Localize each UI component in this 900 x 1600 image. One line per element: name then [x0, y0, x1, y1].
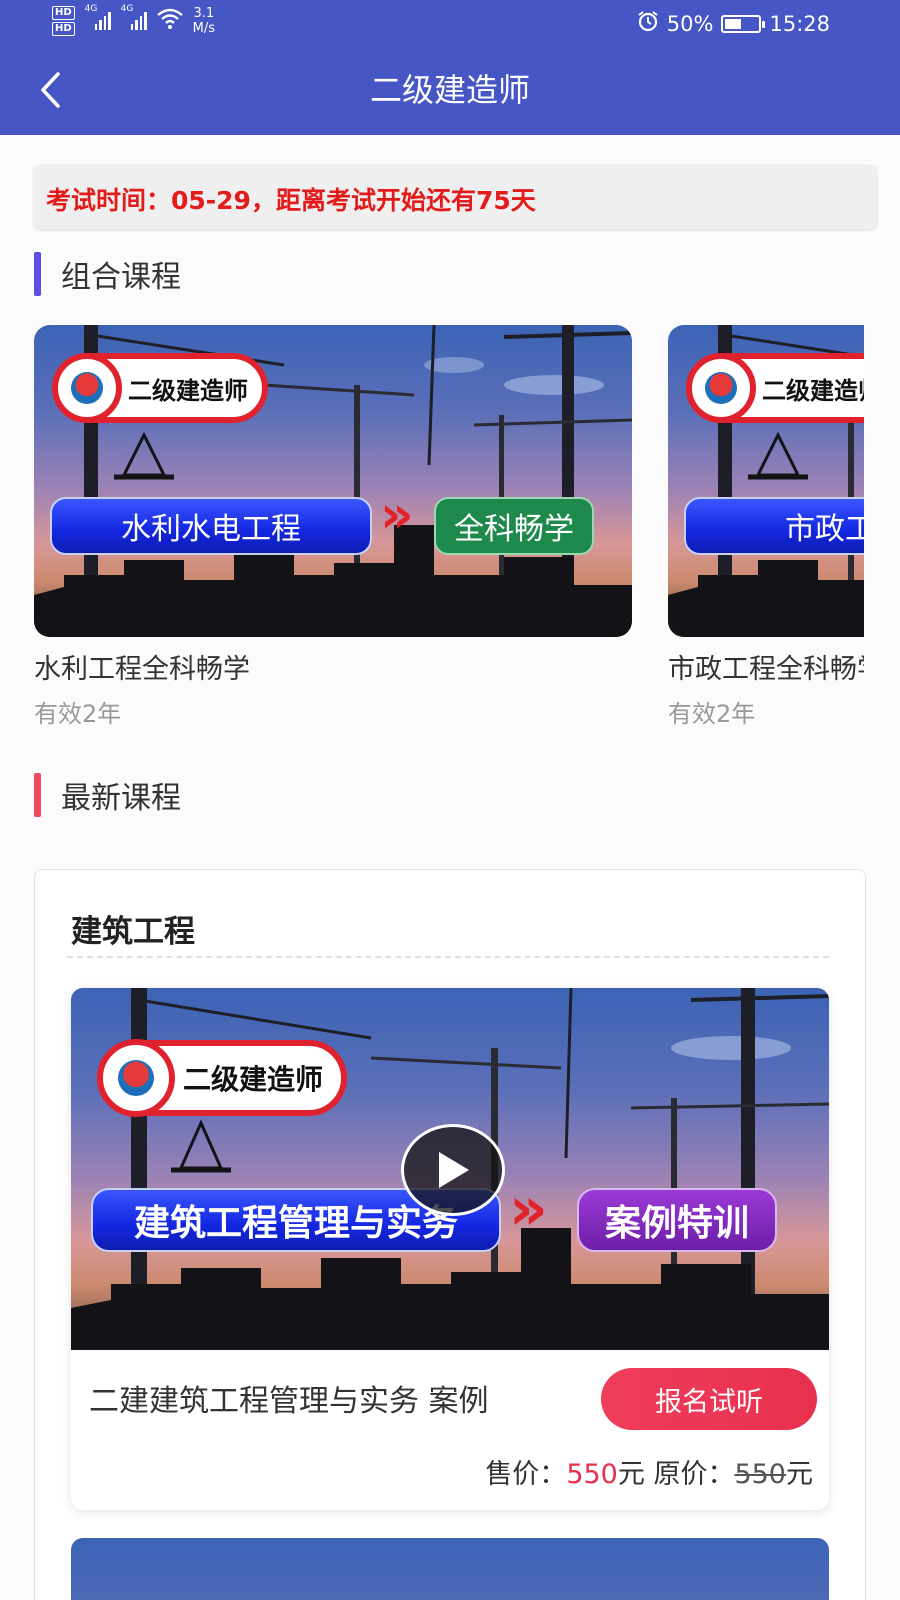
exam-countdown-banner: 考试时间：05-29，距离考试开始还有75天 — [34, 165, 877, 229]
construction-skyline-image: 二级建造师 水利水电工程 » 全科畅学 — [34, 325, 632, 637]
latest-course-panel: 建筑工程 二级建造师 建筑工程管理与实务 » 案例特训 二建建筑工程管理与实务 … — [34, 869, 866, 1600]
logo-text: 二级建造师 — [183, 1063, 324, 1096]
combo-course-card[interactable]: 二级建造师 水利水电工程 » 全科畅学 水利工程全科畅学 有效2年 — [34, 325, 632, 729]
course-category-title: 建筑工程 — [71, 914, 195, 950]
play-icon — [439, 1152, 469, 1188]
course-thumbnail: 二级建造师 建筑工程管理与实务 » 案例特训 — [71, 988, 829, 1350]
page-title: 二级建造师 — [369, 71, 530, 109]
hd-badge-1: HD — [52, 6, 75, 20]
thumb-tag-label: 案例特训 — [577, 1188, 777, 1252]
original-price-label: 原价： — [653, 1459, 735, 1490]
thumb-subject-label: 水利水电工程 — [50, 497, 372, 555]
status-right: 50% 15:28 — [637, 10, 830, 37]
combo-course-validity: 有效2年 — [668, 700, 756, 728]
section-accent-bar — [34, 252, 41, 296]
course-card[interactable] — [71, 1538, 829, 1600]
signal-icon: 4G — [84, 4, 111, 30]
exam-countdown-text: 考试时间：05-29，距离考试开始还有75天 — [46, 186, 536, 215]
logo-text: 二级建造师 — [128, 375, 248, 405]
price-info: 售价：550元 原价：550元 — [485, 1452, 813, 1491]
combo-course-card[interactable]: 二级建造师 市政工程 市政工程全科畅学 有效2年 — [668, 325, 864, 729]
original-price-value: 550 — [734, 1459, 786, 1490]
logo-badge: 二级建造师 — [686, 353, 864, 423]
app-header: HD HD 4G 4G 3.1 M/s 50% 15:28 二级建造师 — [0, 0, 900, 135]
sale-price-label: 售价： — [485, 1459, 567, 1490]
network-type-1: 4G — [84, 4, 98, 14]
speed-unit: M/s — [192, 21, 216, 36]
hd-indicators: HD HD — [52, 6, 75, 36]
sale-price-value: 550 — [566, 1459, 618, 1490]
status-time: 15:28 — [769, 11, 830, 36]
section-combo-courses: 组合课程 — [34, 252, 181, 296]
original-price-currency: 元 — [786, 1459, 813, 1490]
play-button[interactable] — [401, 1124, 505, 1216]
construction-skyline-image: 二级建造师 市政工程 — [668, 325, 864, 637]
speed-value: 3.1 — [193, 6, 215, 21]
network-type-2: 4G — [120, 4, 134, 14]
logo-icon — [686, 353, 756, 423]
battery-percent: 50% — [666, 11, 714, 36]
section-latest-courses: 最新课程 — [34, 773, 181, 817]
combo-course-name: 水利工程全科畅学 — [34, 654, 250, 685]
course-card[interactable]: 二级建造师 建筑工程管理与实务 » 案例特训 二建建筑工程管理与实务 案例 报名… — [71, 988, 829, 1510]
thumb-subject-label: 市政工程 — [684, 497, 864, 555]
battery-icon — [721, 14, 766, 33]
enroll-trial-button[interactable]: 报名试听 — [601, 1368, 817, 1430]
course-title: 二建建筑工程管理与实务 案例 — [89, 1384, 489, 1419]
section-title: 最新课程 — [61, 781, 181, 816]
section-accent-bar — [34, 773, 41, 817]
divider — [67, 956, 829, 958]
combo-course-validity: 有效2年 — [34, 700, 122, 728]
hd-badge-2: HD — [52, 22, 75, 36]
network-speed: 3.1 M/s — [193, 6, 215, 36]
section-title: 组合课程 — [61, 260, 181, 295]
logo-text: 二级建造师 — [762, 375, 864, 405]
thumb-tag-label: 全科畅学 — [434, 497, 594, 555]
wifi-icon — [156, 8, 183, 36]
double-arrow-icon: » — [380, 485, 414, 545]
logo-icon — [52, 353, 122, 423]
course-thumbnail: 二级建造师 水利水电工程 » 全科畅学 — [34, 325, 632, 637]
logo-badge: 二级建造师 — [52, 353, 268, 423]
signal-icon: 4G — [120, 4, 147, 30]
logo-icon — [97, 1039, 175, 1117]
alarm-icon — [637, 10, 659, 37]
course-thumbnail: 二级建造师 市政工程 — [668, 325, 864, 637]
status-bar: HD HD 4G 4G 3.1 M/s 50% 15:28 — [0, 0, 900, 52]
sale-price-currency: 元 — [617, 1459, 645, 1490]
combo-course-name: 市政工程全科畅学 — [668, 654, 864, 685]
logo-badge: 二级建造师 — [97, 1039, 348, 1117]
status-left: HD HD 4G 4G 3.1 M/s — [52, 4, 215, 36]
main-content[interactable]: 考试时间：05-29，距离考试开始还有75天 组合课程 二级建造师 水利水电工程… — [0, 135, 900, 1600]
double-arrow-icon: » — [509, 1174, 548, 1244]
